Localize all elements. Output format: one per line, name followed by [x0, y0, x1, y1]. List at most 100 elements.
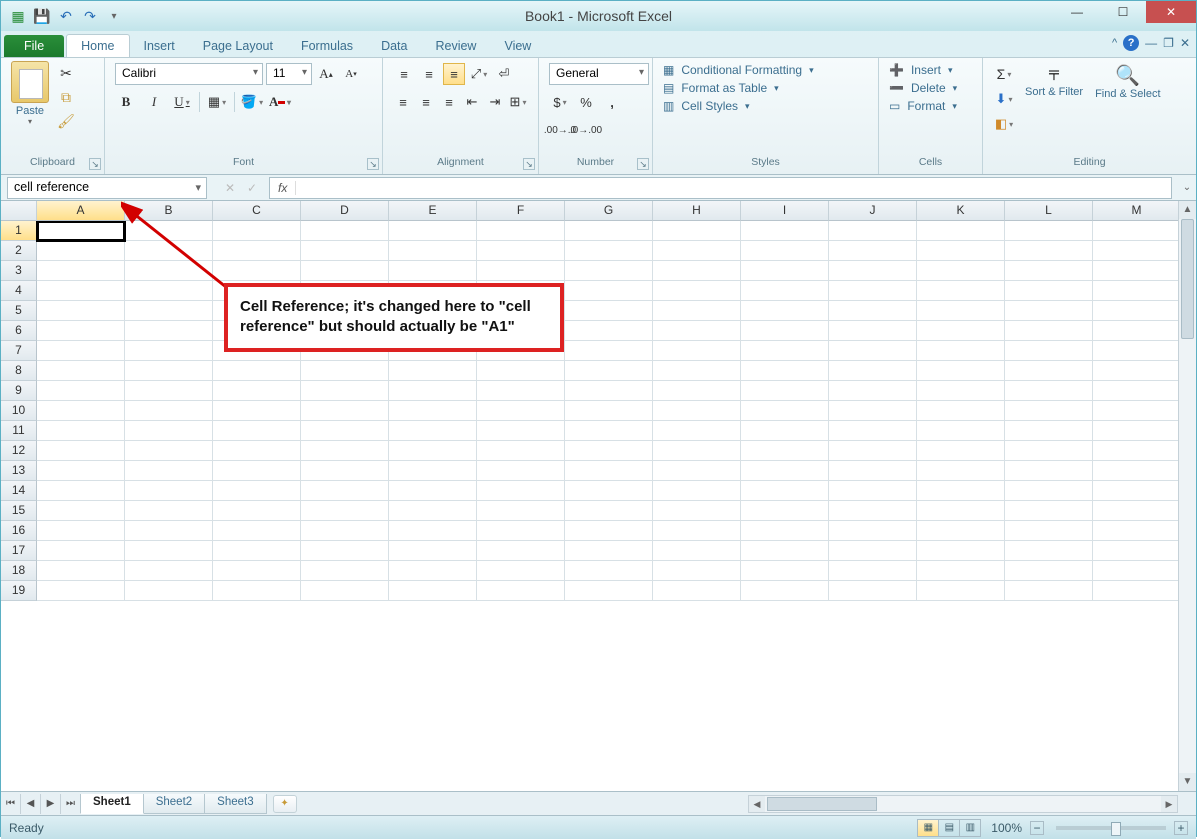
cell-F10[interactable]: [477, 401, 565, 421]
row-header-18[interactable]: 18: [1, 561, 37, 581]
cell-K14[interactable]: [917, 481, 1005, 501]
cell-A2[interactable]: [37, 241, 125, 261]
row-header-15[interactable]: 15: [1, 501, 37, 521]
row-header-12[interactable]: 12: [1, 441, 37, 461]
scroll-right-icon[interactable]: ▶: [1161, 796, 1177, 812]
tab-data[interactable]: Data: [367, 35, 421, 57]
col-header-I[interactable]: I: [741, 201, 829, 221]
cell-B15[interactable]: [125, 501, 213, 521]
orientation-icon[interactable]: ⤢: [468, 63, 490, 85]
cell-E11[interactable]: [389, 421, 477, 441]
next-sheet-icon[interactable]: ▶: [41, 794, 61, 814]
cell-K5[interactable]: [917, 301, 1005, 321]
cell-L7[interactable]: [1005, 341, 1093, 361]
cell-G9[interactable]: [565, 381, 653, 401]
new-sheet-button[interactable]: ✦: [273, 795, 297, 813]
tab-page-layout[interactable]: Page Layout: [189, 35, 287, 57]
cell-J11[interactable]: [829, 421, 917, 441]
align-middle-icon[interactable]: ≡: [418, 63, 440, 85]
cell-A15[interactable]: [37, 501, 125, 521]
cell-L14[interactable]: [1005, 481, 1093, 501]
cell-A4[interactable]: [37, 281, 125, 301]
redo-icon[interactable]: ↷: [79, 5, 101, 27]
cell-L19[interactable]: [1005, 581, 1093, 601]
cell-L16[interactable]: [1005, 521, 1093, 541]
col-header-C[interactable]: C: [213, 201, 301, 221]
align-top-icon[interactable]: ≡: [393, 63, 415, 85]
cell-L11[interactable]: [1005, 421, 1093, 441]
cell-H5[interactable]: [653, 301, 741, 321]
cell-I1[interactable]: [741, 221, 829, 241]
cell-C12[interactable]: [213, 441, 301, 461]
row-header-8[interactable]: 8: [1, 361, 37, 381]
cell-B17[interactable]: [125, 541, 213, 561]
help-icon[interactable]: ?: [1123, 35, 1139, 51]
cell-H4[interactable]: [653, 281, 741, 301]
cell-D16[interactable]: [301, 521, 389, 541]
cell-I17[interactable]: [741, 541, 829, 561]
cell-A10[interactable]: [37, 401, 125, 421]
cell-J9[interactable]: [829, 381, 917, 401]
page-layout-view-icon[interactable]: ▤: [938, 819, 960, 837]
cell-G11[interactable]: [565, 421, 653, 441]
number-dialog-launcher[interactable]: ↘: [637, 158, 649, 170]
cell-J1[interactable]: [829, 221, 917, 241]
row-header-16[interactable]: 16: [1, 521, 37, 541]
cell-C19[interactable]: [213, 581, 301, 601]
font-color-button[interactable]: A: [269, 91, 291, 113]
cell-K7[interactable]: [917, 341, 1005, 361]
cell-E2[interactable]: [389, 241, 477, 261]
cell-M11[interactable]: [1093, 421, 1181, 441]
cell-J19[interactable]: [829, 581, 917, 601]
cell-E12[interactable]: [389, 441, 477, 461]
cell-C2[interactable]: [213, 241, 301, 261]
cell-J15[interactable]: [829, 501, 917, 521]
cell-C1[interactable]: [213, 221, 301, 241]
cell-A7[interactable]: [37, 341, 125, 361]
cell-L13[interactable]: [1005, 461, 1093, 481]
cell-D1[interactable]: [301, 221, 389, 241]
cell-D11[interactable]: [301, 421, 389, 441]
sheet-tab-1[interactable]: Sheet1: [80, 794, 144, 814]
cell-G14[interactable]: [565, 481, 653, 501]
cell-F8[interactable]: [477, 361, 565, 381]
qat-customize-icon[interactable]: ▾: [103, 5, 125, 27]
cell-B3[interactable]: [125, 261, 213, 281]
fill-color-button[interactable]: 🪣: [241, 91, 263, 113]
cell-B1[interactable]: [125, 221, 213, 241]
cell-G17[interactable]: [565, 541, 653, 561]
cell-C15[interactable]: [213, 501, 301, 521]
cell-I3[interactable]: [741, 261, 829, 281]
cell-J8[interactable]: [829, 361, 917, 381]
cell-G1[interactable]: [565, 221, 653, 241]
copy-icon[interactable]: ⧉: [56, 87, 76, 107]
cell-I7[interactable]: [741, 341, 829, 361]
cell-L4[interactable]: [1005, 281, 1093, 301]
cell-D9[interactable]: [301, 381, 389, 401]
cell-A19[interactable]: [37, 581, 125, 601]
col-header-H[interactable]: H: [653, 201, 741, 221]
first-sheet-icon[interactable]: ⏮: [1, 794, 21, 814]
row-header-19[interactable]: 19: [1, 581, 37, 601]
cell-L8[interactable]: [1005, 361, 1093, 381]
enter-formula-icon[interactable]: ✓: [241, 178, 263, 198]
col-header-B[interactable]: B: [125, 201, 213, 221]
horizontal-scroll-thumb[interactable]: [767, 797, 877, 811]
cell-B6[interactable]: [125, 321, 213, 341]
cell-E18[interactable]: [389, 561, 477, 581]
cell-B12[interactable]: [125, 441, 213, 461]
cell-I6[interactable]: [741, 321, 829, 341]
cell-K9[interactable]: [917, 381, 1005, 401]
sort-filter-button[interactable]: ⫧ Sort & Filter: [1019, 61, 1089, 153]
scroll-down-icon[interactable]: ▼: [1179, 773, 1196, 791]
cell-G3[interactable]: [565, 261, 653, 281]
cell-B18[interactable]: [125, 561, 213, 581]
increase-font-icon[interactable]: A▴: [315, 63, 337, 85]
workbook-close-icon[interactable]: ✕: [1180, 36, 1190, 50]
cell-B10[interactable]: [125, 401, 213, 421]
col-header-K[interactable]: K: [917, 201, 1005, 221]
cell-A11[interactable]: [37, 421, 125, 441]
cell-L15[interactable]: [1005, 501, 1093, 521]
cell-J16[interactable]: [829, 521, 917, 541]
cell-M1[interactable]: [1093, 221, 1181, 241]
